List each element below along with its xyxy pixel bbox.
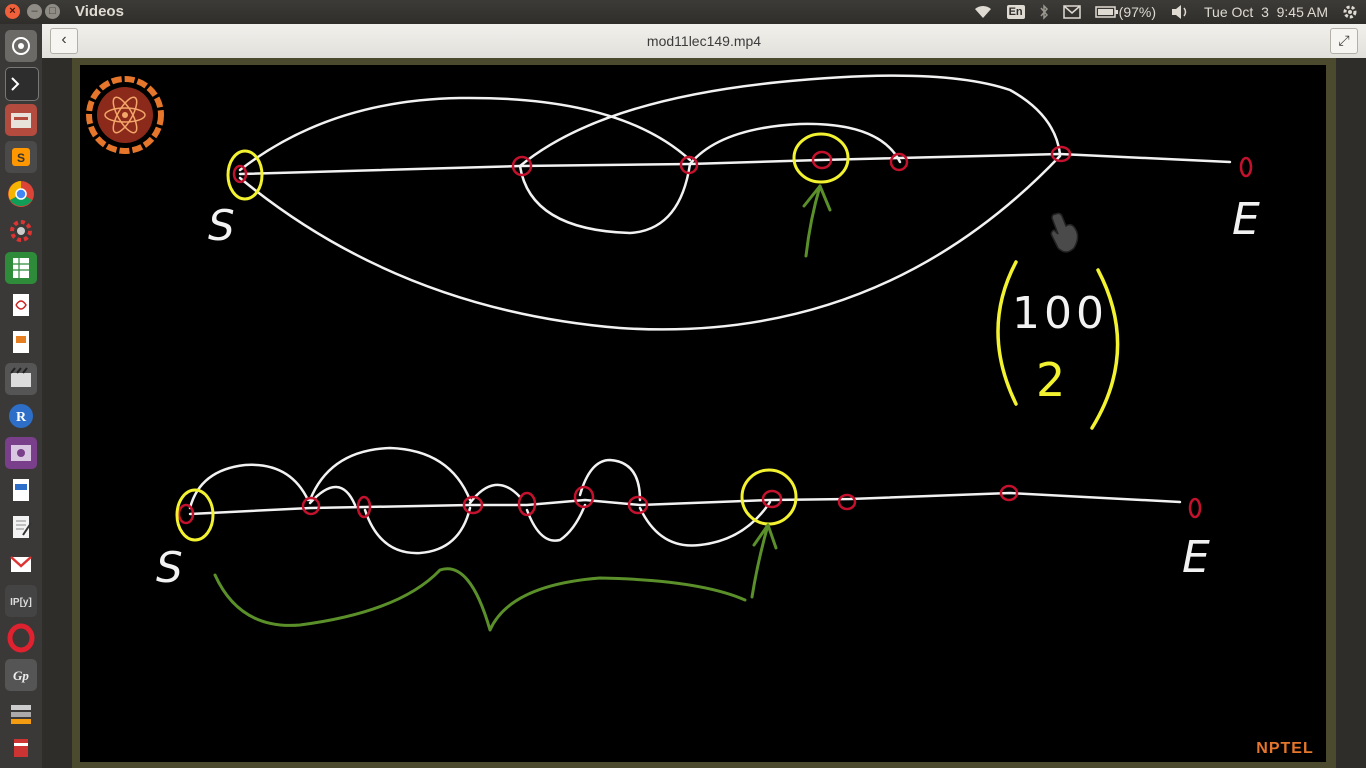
- opera-icon[interactable]: [5, 622, 37, 654]
- bottom-label-e: E: [1182, 532, 1210, 583]
- top-label-s: S: [208, 201, 235, 250]
- settings-gear-icon[interactable]: [1342, 4, 1358, 20]
- bottom-arc: [638, 500, 772, 547]
- sublime-text-icon[interactable]: S: [5, 141, 37, 173]
- bottom-arc: [578, 458, 642, 502]
- nptel-logo-text: NPTEL: [1256, 740, 1314, 757]
- bottom-node-e: [1188, 497, 1202, 519]
- media-player-icon[interactable]: [5, 437, 37, 469]
- app-title: Videos: [75, 3, 124, 20]
- nptel-logo-icon: [86, 76, 164, 154]
- bottom-node: [573, 485, 595, 509]
- spreadsheet-icon[interactable]: [5, 252, 37, 284]
- window-close-button[interactable]: ×: [5, 4, 20, 19]
- launcher: S R IP[y] Gp: [0, 24, 43, 768]
- bottom-node: [837, 493, 857, 511]
- battery-indicator[interactable]: (97%): [1094, 4, 1157, 20]
- battery-percent: (97%): [1118, 4, 1157, 20]
- pdf-reader-icon[interactable]: [5, 289, 37, 321]
- settings-gear-app-icon[interactable]: [5, 215, 37, 247]
- gmail-icon[interactable]: [5, 548, 37, 580]
- top-arc-upper-left: [238, 96, 692, 172]
- keyboard-language-indicator[interactable]: En: [1006, 5, 1025, 19]
- bottom-arc: [363, 506, 472, 555]
- bottom-arc: [308, 446, 472, 502]
- presentation-icon[interactable]: [5, 326, 37, 358]
- dash-home-icon[interactable]: [5, 30, 37, 62]
- terminal-icon[interactable]: [5, 67, 39, 101]
- svg-text:R: R: [16, 410, 27, 425]
- volume-icon[interactable]: [1170, 4, 1190, 20]
- mail-icon[interactable]: [1062, 5, 1081, 19]
- bottom-arc: [468, 483, 522, 505]
- hand-cursor-icon: [1050, 212, 1079, 253]
- wifi-icon[interactable]: [973, 4, 993, 20]
- bottom-label-s: S: [156, 543, 183, 592]
- top-arc-lower-loop: [518, 162, 692, 235]
- bottom-highlight-node: [740, 468, 798, 526]
- top-main-line: [238, 152, 1232, 176]
- top-arc-lower-big: [238, 154, 1062, 331]
- r-language-icon[interactable]: R: [5, 400, 37, 432]
- top-highlight-node: [792, 132, 850, 184]
- video-file-title: mod11lec149.mp4: [646, 33, 762, 49]
- svg-text:IP[y]: IP[y]: [10, 597, 32, 608]
- bottom-main-line: [188, 491, 1182, 516]
- writer-icon[interactable]: [5, 474, 37, 506]
- indicator-area: En (97%) Tue Oct 3 9:45 AM: [973, 0, 1358, 24]
- svg-text:Gp: Gp: [13, 668, 29, 683]
- window-maximize-button[interactable]: □: [45, 4, 60, 19]
- bluetooth-icon[interactable]: [1039, 4, 1049, 20]
- files-archive-icon[interactable]: [5, 104, 37, 136]
- binom-bottom-value: 2: [1036, 353, 1065, 407]
- text-editor-icon[interactable]: [5, 511, 37, 543]
- top-node-e: [1239, 156, 1253, 178]
- bottom-green-brace: [213, 567, 747, 632]
- video-frame[interactable]: S E S E 100 2 NPTEL: [72, 58, 1336, 768]
- video-editor-icon[interactable]: [5, 363, 37, 395]
- top-arc-long: [518, 74, 1062, 168]
- blackboard: S E S E 100 2 NPTEL: [80, 65, 1326, 762]
- gnome-pie-icon[interactable]: Gp: [5, 659, 37, 691]
- top-panel: × – □ Videos En (97%) Tue Oct 3 9:45 AM: [0, 0, 1366, 24]
- trash-icon[interactable]: [5, 733, 37, 765]
- svg-text:S: S: [17, 151, 25, 165]
- blackboard-drawing: S E S E 100 2: [156, 74, 1260, 632]
- ipython-icon[interactable]: IP[y]: [5, 585, 37, 617]
- clock[interactable]: Tue Oct 3 9:45 AM: [1204, 4, 1328, 20]
- stack-icon[interactable]: [5, 696, 37, 728]
- binom-top-value: 100: [1012, 288, 1108, 339]
- video-header-bar: ‹ mod11lec149.mp4 ⤢: [42, 24, 1366, 59]
- chrome-icon[interactable]: [5, 178, 37, 210]
- bottom-arc: [525, 503, 587, 542]
- window-minimize-button[interactable]: –: [27, 4, 42, 19]
- top-label-e: E: [1232, 194, 1260, 245]
- fullscreen-button[interactable]: ⤢: [1330, 28, 1358, 54]
- video-area[interactable]: S E S E 100 2 NPTEL: [42, 58, 1366, 768]
- bottom-arc: [188, 463, 310, 510]
